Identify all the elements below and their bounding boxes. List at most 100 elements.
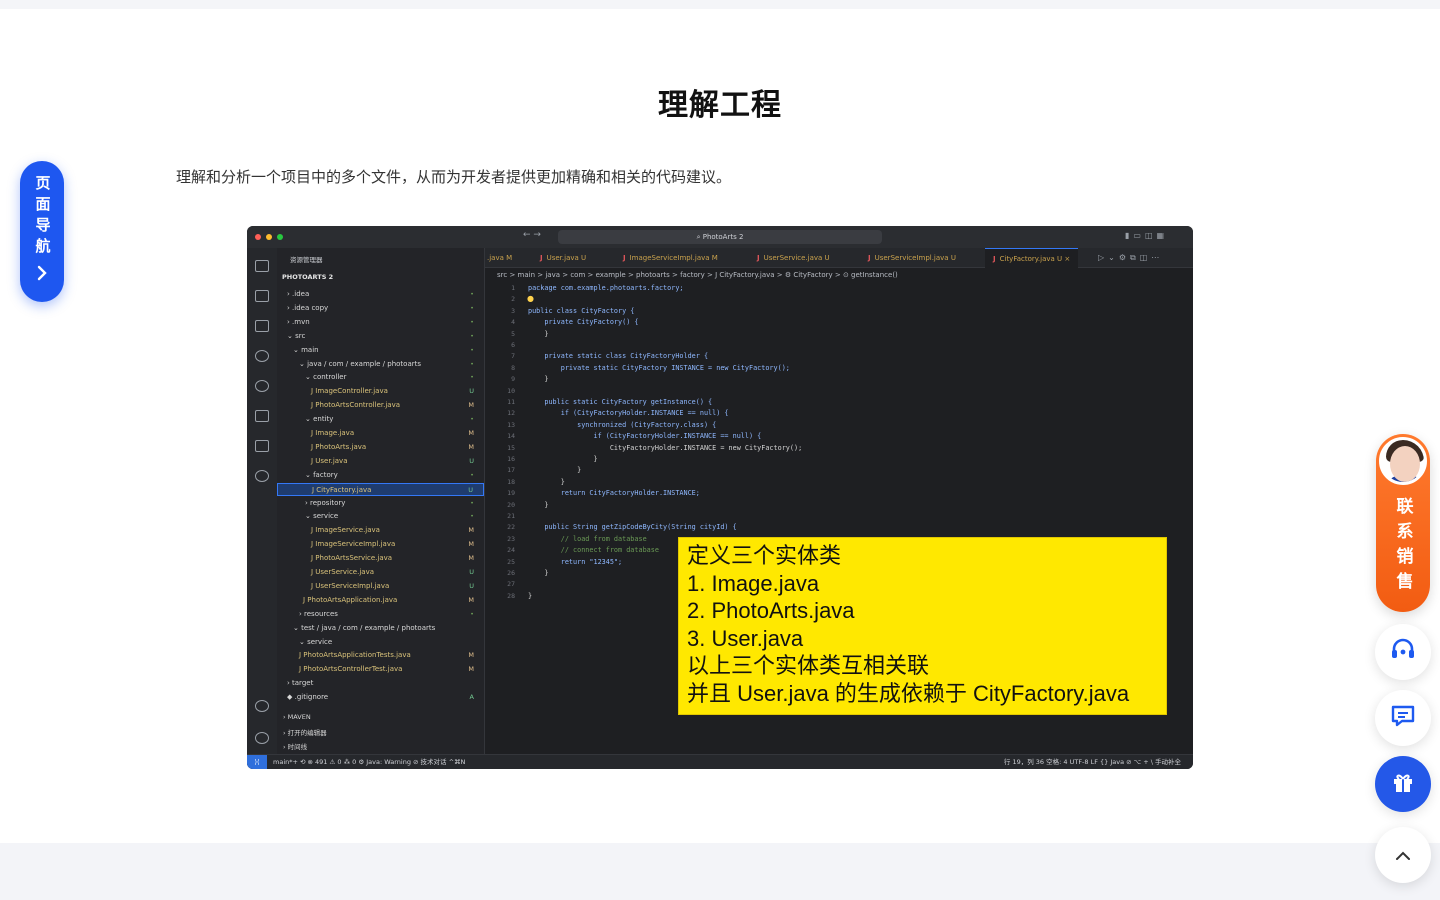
file-tree-item[interactable]: › .idea • xyxy=(277,288,484,301)
file-tree-item[interactable]: › resources • xyxy=(277,608,484,621)
code-line: if (CityFactoryHolder.INSTANCE == null) … xyxy=(528,409,729,418)
file-tree-item[interactable]: J Image.java M xyxy=(277,427,484,440)
line-number: 19 xyxy=(507,489,515,498)
page-nav-label: 页面导航 xyxy=(33,175,52,259)
code-line: public static CityFactory getInstance() … xyxy=(528,398,713,406)
file-tree-item[interactable]: J UserService.java U xyxy=(277,566,484,579)
ide-titlebar: ← → ⌕ PhotoArts 2 ▮▭◫▦ xyxy=(247,226,1193,248)
file-tree-label: ◆ .gitignore xyxy=(287,693,329,702)
git-status-indicator: M xyxy=(468,595,474,604)
file-tree-item[interactable]: › .idea copy • xyxy=(277,302,484,315)
code-line: } xyxy=(528,591,533,600)
sidebar-section-open-editors: › 打开的编辑器 xyxy=(283,729,327,737)
code-line: public String getZipCodeByCity(String ci… xyxy=(528,523,737,532)
git-status-indicator: • xyxy=(470,303,474,312)
code-line: if (CityFactoryHolder.INSTANCE == null) … xyxy=(528,432,762,441)
file-tree-item[interactable]: ⌄ service xyxy=(277,636,484,649)
code-line: } xyxy=(528,329,549,338)
code-line: } xyxy=(528,455,598,463)
file-tree-item[interactable]: › .mvn • xyxy=(277,316,484,329)
breadcrumb: src > main > java > com > example > phot… xyxy=(497,271,898,279)
git-status-indicator: • xyxy=(470,512,474,521)
file-tree-item[interactable]: J PhotoArtsController.java M xyxy=(277,399,484,412)
line-number: 23 xyxy=(507,534,515,543)
file-tree-item[interactable]: J ImageServiceImpl.java M xyxy=(277,538,484,551)
file-tree-item[interactable]: J UserServiceImpl.java U xyxy=(277,580,484,593)
file-tree-item[interactable]: ⌄ controller • xyxy=(277,371,484,384)
top-strip xyxy=(0,0,1440,9)
window-title: PhotoArts 2 xyxy=(702,233,744,241)
file-tree-item[interactable]: › repository • xyxy=(277,497,484,510)
file-tree-item[interactable]: J ImageService.java M xyxy=(277,524,484,537)
chat-button[interactable] xyxy=(1375,690,1431,746)
file-tree-label: ⌄ entity xyxy=(305,415,334,424)
line-number: 11 xyxy=(507,398,515,406)
status-right: 行 19，列 36 空格: 4 UTF-8 LF {} Java ⊘ ⌥ + \… xyxy=(1003,758,1181,766)
code-line: } xyxy=(528,466,582,475)
file-tree-item[interactable]: ⌄ main • xyxy=(277,344,484,357)
git-status-indicator: M xyxy=(468,540,474,549)
lightbulb-icon: ● xyxy=(527,294,534,303)
line-number: 14 xyxy=(507,432,515,441)
file-tree-label: J PhotoArtsApplicationTests.java xyxy=(299,651,411,660)
contact-sales-button[interactable]: 联系销售 xyxy=(1376,434,1430,612)
git-status-indicator: M xyxy=(468,429,474,437)
line-number: 13 xyxy=(507,420,515,429)
back-to-top-button[interactable] xyxy=(1375,827,1431,883)
file-tree-item[interactable]: ⌄ test / java / com / example / photoart… xyxy=(277,622,484,635)
file-tree-label: J PhotoArts.java xyxy=(311,442,367,451)
code-line: public class CityFactory { xyxy=(528,306,635,315)
line-number: 10 xyxy=(507,386,515,395)
git-status-indicator: • xyxy=(470,470,474,479)
tab-4: J UserService.java U xyxy=(757,254,830,262)
tab-label: UserServiceImpl.java U xyxy=(874,254,956,262)
sidebar-section-timeline: › 时间线 xyxy=(283,743,308,751)
explorer-sidebar: 资源管理器 PHOTOARTS 2 › .idea • › .idea copy • ›… xyxy=(277,248,485,754)
git-status-indicator: M xyxy=(468,665,474,674)
nav-arrows-icon: ← → xyxy=(523,230,541,240)
editor-tabs: .java M J User.java U J ImageServiceImpl.j… xyxy=(485,248,1193,268)
support-button[interactable] xyxy=(1375,624,1431,680)
file-tree-item[interactable]: J CityFactory.java U xyxy=(277,482,484,496)
settings-gear-icon xyxy=(255,732,269,744)
code-line: } xyxy=(528,569,549,577)
file-tree-item[interactable]: ⌄ service • xyxy=(277,510,484,523)
chat-icon xyxy=(1390,704,1416,732)
file-tree-item[interactable]: J ImageController.java U xyxy=(277,385,484,398)
status-bar: ⟩⟨ main*+ ⟲ ⊗ 491 ⚠ 0 ⁂ 0 ⚙ Java: Warnin… xyxy=(247,754,1193,769)
tab-label: UserService.java U xyxy=(763,254,830,262)
file-tree-label: ⌄ src xyxy=(287,331,306,340)
line-number: 17 xyxy=(507,466,515,475)
file-tree-label: › resources xyxy=(299,609,338,618)
chevron-up-icon xyxy=(1395,846,1411,865)
file-tree-item[interactable]: J PhotoArtsApplicationTests.java M xyxy=(277,649,484,662)
file-tree-item[interactable]: › target xyxy=(277,677,484,690)
file-tree-item[interactable]: J PhotoArts.java M xyxy=(277,441,484,454)
file-tree-item[interactable]: J PhotoArtsService.java M xyxy=(277,552,484,565)
chevron-right-icon xyxy=(36,265,48,286)
gift-button[interactable] xyxy=(1375,756,1431,812)
file-tree-item[interactable]: ⌄ entity • xyxy=(277,413,484,426)
tab-label: .java M xyxy=(487,254,513,262)
git-status-indicator: • xyxy=(470,290,474,298)
file-tree-item[interactable]: ⌄ src • xyxy=(277,330,484,343)
file-tree-item[interactable]: J PhotoArtsControllerTest.java M xyxy=(277,663,484,676)
line-number: 12 xyxy=(507,409,515,418)
file-tree-label: J UserServiceImpl.java xyxy=(311,581,390,590)
page-nav-button[interactable]: 页面导航 xyxy=(20,161,64,302)
file-tree-label: ⌄ service xyxy=(305,512,339,521)
file-tree-item[interactable]: J PhotoArtsApplication.java M xyxy=(277,594,484,607)
file-tree-item[interactable]: ⌄ factory • xyxy=(277,469,484,482)
file-tree-label: J ImageController.java xyxy=(311,387,388,396)
ai-assistant-icon xyxy=(255,470,269,482)
layout-icons: ▮▭◫▦ xyxy=(1125,231,1169,240)
command-center: ⌕ PhotoArts 2 xyxy=(558,230,882,244)
callout-line: 以上三个实体类互相关联 xyxy=(687,653,930,678)
line-number: 26 xyxy=(507,569,515,577)
file-tree-item[interactable]: ◆ .gitignore A xyxy=(277,691,484,704)
next-section-band xyxy=(0,843,1440,900)
git-status-indicator: A xyxy=(469,693,474,702)
file-tree-item[interactable]: J User.java U xyxy=(277,455,484,468)
maximize-dot-icon xyxy=(277,234,283,240)
file-tree-item[interactable]: ⌄ java / com / example / photoarts • xyxy=(277,358,484,371)
